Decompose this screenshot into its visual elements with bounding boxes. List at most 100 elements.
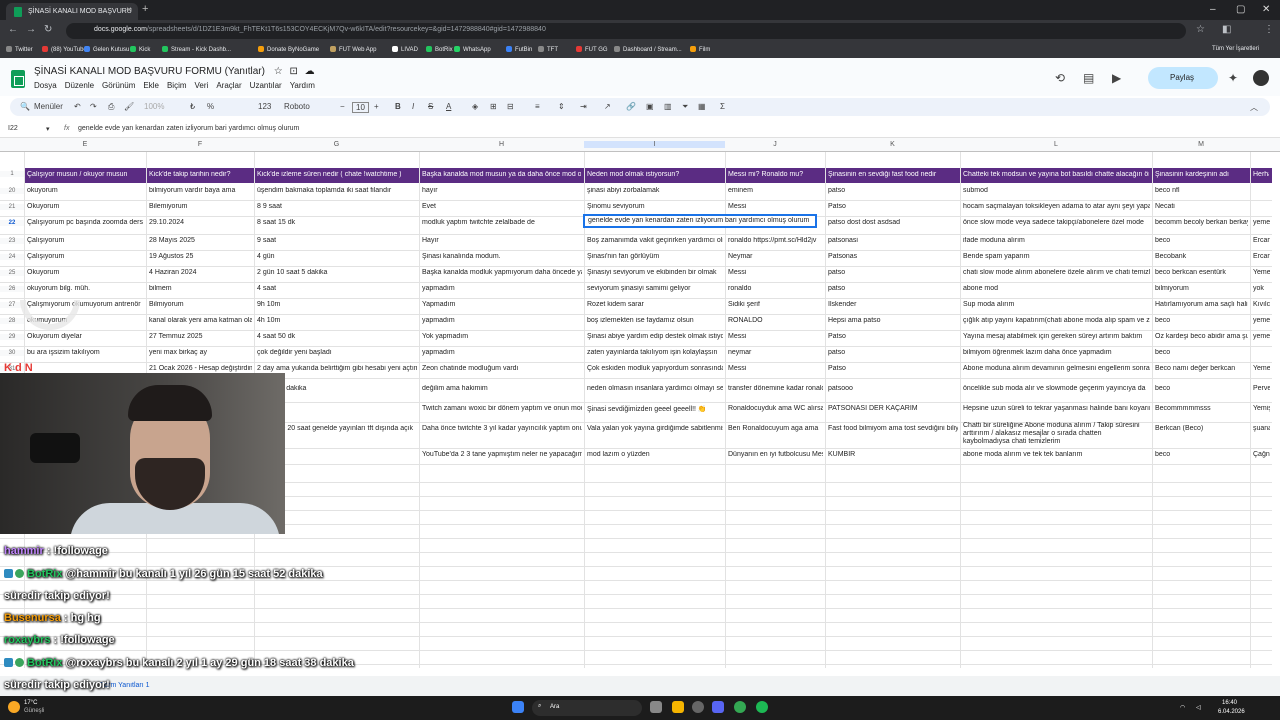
table-cell[interactable]: Çalışıyorum [27, 237, 144, 244]
filter-views-icon[interactable]: ▦ [698, 102, 706, 111]
table-cell[interactable]: çok değildir yeni başladı [257, 349, 417, 356]
task-view-icon[interactable] [650, 701, 662, 713]
move-icon[interactable]: ⊡ [290, 66, 298, 77]
table-cell[interactable]: Berkcan (Beco) [1155, 425, 1248, 432]
valign-icon[interactable]: ⇕ [558, 102, 565, 111]
table-cell[interactable]: kanal olarak yeni ama katman olarak [149, 317, 252, 324]
table-cell[interactable]: Hepsi ama patso [828, 317, 958, 324]
table-cell[interactable]: Necati [1155, 203, 1248, 210]
bookmark-item[interactable]: FutBin [506, 46, 532, 53]
minimize-icon[interactable]: – [1210, 4, 1216, 15]
start-icon[interactable] [512, 701, 524, 713]
table-cell[interactable]: yemeci [1253, 219, 1270, 226]
table-cell[interactable]: Vala yalan yok yayına girdiğimde sabitle… [587, 425, 723, 432]
table-cell[interactable]: yemeci [1253, 317, 1270, 324]
chat-username[interactable]: BotRix [27, 568, 62, 580]
menu-item-2[interactable]: Görünüm [102, 81, 135, 90]
table-cell[interactable]: chati slow mode alırım abonelere özele a… [963, 269, 1150, 276]
back-icon[interactable]: ← [8, 24, 18, 35]
table-cell[interactable]: Messi [728, 365, 823, 372]
chat-username[interactable]: Busenursa [4, 612, 61, 624]
table-cell[interactable]: zaten yayınlarda takılıyom işin kolaylaş… [587, 349, 723, 356]
row-number[interactable]: 21 [0, 204, 24, 210]
align-icon[interactable]: ≡ [535, 102, 540, 111]
table-cell[interactable]: Şinasi abiye yardım edip destek olmak is… [587, 333, 723, 340]
header-cell[interactable]: Chatteki tek modsun ve yayına bot basıld… [963, 171, 1149, 178]
document-title[interactable]: ŞİNASİ KANALI MOD BAŞVURU FORMU (Yanıtla… [34, 66, 315, 77]
table-cell[interactable]: Messi [728, 203, 823, 210]
close-window-icon[interactable]: ✕ [1262, 4, 1270, 15]
table-cell[interactable]: Abone moduna alırım devamının gelmesini … [963, 365, 1150, 372]
table-cell[interactable]: hayır [422, 187, 582, 194]
bookmark-item[interactable]: FUT GG [576, 46, 608, 53]
table-cell[interactable]: Çok eskiden modluk yapıyordum sonrasında… [587, 365, 723, 372]
bold-icon[interactable]: B [395, 102, 401, 111]
table-cell[interactable]: Çalışıyorum pc başında zoomda ders [27, 219, 144, 226]
table-cell[interactable]: KUMBİR [828, 451, 958, 458]
table-cell[interactable]: beco [1155, 237, 1248, 244]
avatar[interactable] [1253, 70, 1269, 86]
table-cell[interactable]: okuyorum [27, 187, 144, 194]
table-cell[interactable]: 4 Haziran 2024 [149, 269, 252, 276]
table-cell[interactable]: Becommmmmsss [1155, 405, 1248, 412]
table-cell[interactable]: Şinasiyi seviyorum ve ekibinden bir olma… [587, 269, 723, 276]
number-format-button[interactable]: 123 [258, 102, 271, 111]
row-number[interactable]: 28 [0, 318, 24, 324]
header-cell[interactable]: Kick'de takip tarihin nedir? [149, 171, 251, 178]
table-cell[interactable]: patso [828, 187, 958, 194]
spotify-icon[interactable] [756, 701, 768, 713]
bookmark-item[interactable]: Donate ByNoGame [258, 46, 319, 53]
table-cell[interactable]: beco [1155, 349, 1248, 356]
table-cell[interactable]: modluk yaptım twitchte zelalbade de [422, 219, 582, 226]
table-cell[interactable]: bilmem [149, 285, 252, 292]
bookmark-item[interactable]: Gelen Kutusu [84, 46, 129, 53]
menu-item-0[interactable]: Dosya [34, 81, 57, 90]
volume-icon[interactable]: ◁ [1196, 704, 1201, 711]
column-header-F[interactable]: F [146, 141, 254, 148]
row-number[interactable]: 22 [0, 220, 24, 226]
link-icon[interactable]: 🔗 [626, 102, 636, 111]
print-icon[interactable]: ⎙ [108, 102, 114, 112]
table-cell[interactable]: Yapmadım [422, 301, 582, 308]
discord-icon[interactable] [712, 701, 724, 713]
menu-item-4[interactable]: Biçim [167, 81, 187, 90]
selected-cell[interactable]: genelde evde yan kenardan zaten izliyoru… [583, 214, 817, 228]
row-number[interactable]: 23 [0, 238, 24, 244]
table-cell[interactable]: ronaldo https://pmt.sc/Hld2jv [728, 237, 823, 244]
chart-icon[interactable]: ▥ [664, 102, 672, 111]
table-cell[interactable]: abone moda alırım ve tek tek banlarım [963, 451, 1150, 458]
table-cell[interactable]: Messi [728, 269, 823, 276]
table-cell[interactable]: neden olmasın insanlara yardımcı olmayı … [587, 385, 723, 392]
menu-item-8[interactable]: Yardım [290, 81, 315, 90]
table-cell[interactable]: 4h 10m [257, 317, 417, 324]
table-cell[interactable]: Bende spam yaparım [963, 253, 1150, 260]
table-cell[interactable]: Daha önce twitchte 3 yıl kadar yayıncılı… [422, 425, 582, 432]
row-number[interactable]: 26 [0, 286, 24, 292]
browser-tab[interactable]: ŞİNASİ KANALI MOD BAŞVURU ✕ [6, 3, 138, 20]
column-header-K[interactable]: K [825, 141, 960, 148]
table-cell[interactable]: şinasi abiyi zorbalamak [587, 187, 723, 194]
table-cell[interactable]: 8 9 saat [257, 203, 417, 210]
functions-icon[interactable]: Σ [720, 102, 725, 111]
table-cell[interactable]: öncelikle sub moda alır ve slowmode geçe… [963, 385, 1150, 392]
chrome-icon[interactable] [734, 701, 746, 713]
table-cell[interactable]: PATSONASİ DER KAÇARIM [828, 405, 958, 412]
table-cell[interactable]: Ercan [1253, 253, 1270, 260]
bookmark-star-icon[interactable]: ☆ [1196, 24, 1205, 35]
table-cell[interactable]: 21 Ocak 2026 - Hesap değiştirdim [149, 365, 252, 372]
filter-icon[interactable]: ⏷ [682, 102, 688, 112]
extensions-icon[interactable]: ◧ [1222, 24, 1231, 35]
header-cell[interactable]: Neden mod olmak istiyorsun? [587, 171, 722, 178]
table-cell[interactable]: yok [1253, 285, 1270, 292]
table-cell[interactable]: Patsonas [828, 253, 958, 260]
table-cell[interactable]: Yemeci [1253, 269, 1270, 276]
table-cell[interactable]: becomm becoly berkan berkay [1155, 219, 1248, 226]
menus-button[interactable]: Menüler [34, 102, 63, 111]
menu-item-1[interactable]: Düzenle [65, 81, 94, 90]
table-cell[interactable]: eminem [728, 187, 823, 194]
bookmark-item[interactable]: TFT [538, 46, 558, 53]
table-cell[interactable]: beco [1155, 317, 1248, 324]
merge-cells-icon[interactable]: ⊟ [507, 102, 514, 111]
table-cell[interactable]: beco nfl [1155, 187, 1248, 194]
chat-username[interactable]: BotRix [27, 657, 62, 669]
